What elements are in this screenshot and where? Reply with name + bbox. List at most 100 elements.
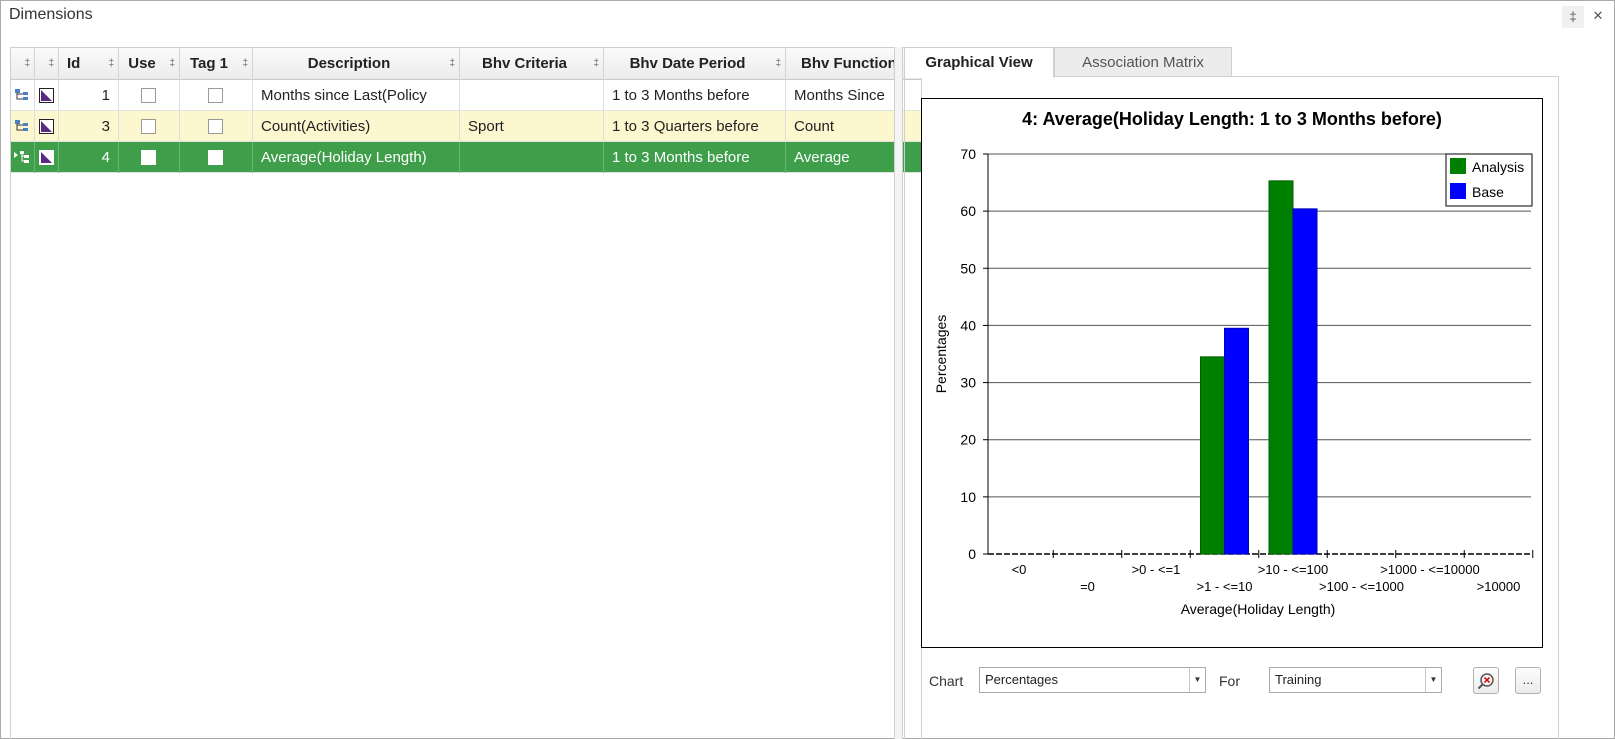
x-tick-label: <0	[1012, 562, 1027, 577]
col-header-label: Id	[67, 55, 81, 72]
col-header-icon-b[interactable]: ‡	[35, 48, 59, 80]
x-tick-label: >1 - <=10	[1196, 579, 1252, 594]
row-chart-cell	[35, 142, 59, 173]
col-header-label: Bhv Criteria	[481, 55, 568, 72]
column-pin-icon[interactable]: ‡	[449, 48, 455, 80]
current-row-indicator-icon	[14, 151, 29, 163]
dimensions-window: Dimensions ‡ ✕ ‡ ‡ Id ‡ Use ‡ Tag 1 ‡ De…	[0, 0, 1615, 739]
chart-label: Chart	[929, 673, 964, 689]
x-tick-label: >100 - <=1000	[1319, 579, 1404, 594]
col-header-bhv-date-period[interactable]: Bhv Date Period ‡	[604, 48, 786, 80]
use-cell	[119, 142, 180, 173]
tag1-cell	[180, 80, 253, 111]
legend-label: Base	[1472, 184, 1504, 200]
title-bar: Dimensions ‡ ✕	[1, 1, 1614, 31]
col-header-label: Use	[128, 55, 156, 72]
criteria-cell: Sport	[460, 111, 604, 142]
tag1-cell	[180, 111, 253, 142]
tag1-checkbox[interactable]	[208, 119, 223, 134]
row-type-cell	[11, 111, 35, 142]
use-checkbox[interactable]	[141, 150, 156, 165]
column-pin-icon[interactable]: ‡	[24, 48, 30, 80]
close-icon[interactable]: ✕	[1587, 6, 1609, 28]
x-tick-label: >1000 - <=10000	[1380, 562, 1479, 577]
use-cell	[119, 111, 180, 142]
x-tick-label: >0 - <=1	[1132, 562, 1181, 577]
y-tick-label: 50	[960, 260, 976, 276]
tag1-checkbox[interactable]	[208, 150, 223, 165]
column-pin-icon[interactable]: ‡	[775, 48, 781, 80]
window-title: Dimensions	[9, 6, 93, 23]
col-header-label: Bhv Date Period	[629, 55, 746, 72]
legend-swatch	[1450, 158, 1466, 174]
row-chart-cell	[35, 80, 59, 111]
y-tick-label: 20	[960, 432, 976, 448]
histogram-chart: 0 10 20 30 40 50 60 70 <0 =0 >0 - <=1 >1 - <=10 >10 …	[933, 146, 1534, 617]
bar-analysis	[1200, 356, 1225, 555]
pin-icon[interactable]: ‡	[1562, 6, 1584, 28]
tag1-checkbox[interactable]	[208, 88, 223, 103]
column-pin-icon[interactable]: ‡	[242, 48, 248, 80]
pane-splitter[interactable]	[894, 47, 903, 739]
col-header-description[interactable]: Description ‡	[253, 48, 460, 80]
use-cell	[119, 80, 180, 111]
bar-analysis	[1268, 180, 1294, 555]
date-period-cell: 1 to 3 Months before	[604, 80, 786, 111]
col-header-icon-a[interactable]: ‡	[11, 48, 35, 80]
row-type-cell	[11, 80, 35, 111]
column-pin-icon[interactable]: ‡	[48, 48, 54, 80]
table-row[interactable]: 3 Count(Activities) Sport 1 to 3 Quarter…	[11, 111, 921, 142]
for-select[interactable]: Training ▼	[1269, 667, 1442, 693]
dropdown-arrow-icon[interactable]: ▼	[1189, 668, 1205, 692]
x-axis-label: Average(Holiday Length)	[1181, 601, 1336, 617]
criteria-cell	[460, 80, 604, 111]
zoom-reset-icon	[1477, 673, 1494, 690]
y-tick-label: 40	[960, 317, 976, 333]
dimensions-grid: ‡ ‡ Id ‡ Use ‡ Tag 1 ‡ Description ‡ Bhv…	[10, 47, 922, 739]
col-header-bhv-criteria[interactable]: Bhv Criteria ‡	[460, 48, 604, 80]
grid-header: ‡ ‡ Id ‡ Use ‡ Tag 1 ‡ Description ‡ Bhv…	[11, 48, 921, 80]
id-cell: 4	[59, 142, 119, 173]
tab-graphical-view[interactable]: Graphical View	[904, 47, 1054, 78]
for-value: Training	[1275, 672, 1322, 687]
dimension-tree-icon	[15, 120, 28, 131]
column-pin-icon[interactable]: ‡	[169, 48, 175, 80]
legend-swatch	[1450, 183, 1466, 199]
bar-base	[1224, 327, 1249, 555]
col-header-tag1[interactable]: Tag 1 ‡	[180, 48, 253, 80]
criteria-cell	[460, 142, 604, 173]
use-checkbox[interactable]	[141, 88, 156, 103]
use-checkbox[interactable]	[141, 119, 156, 134]
date-period-cell: 1 to 3 Months before	[604, 142, 786, 173]
y-tick-label: 60	[960, 203, 976, 219]
date-period-cell: 1 to 3 Quarters before	[604, 111, 786, 142]
chart-type-icon	[39, 119, 54, 134]
description-cell: Months since Last(Policy	[253, 80, 460, 111]
y-tick-label: 0	[968, 546, 976, 562]
row-chart-cell	[35, 111, 59, 142]
legend-label: Analysis	[1472, 159, 1524, 175]
table-row-selected[interactable]: 4 Average(Holiday Length) 1 to 3 Months …	[11, 142, 921, 173]
col-header-label: Description	[307, 55, 391, 72]
more-options-button[interactable]: ...	[1515, 667, 1541, 694]
y-tick-label: 30	[960, 375, 976, 391]
table-row[interactable]: 1 Months since Last(Policy 1 to 3 Months…	[11, 80, 921, 111]
row-type-cell	[11, 142, 35, 173]
description-cell: Average(Holiday Length)	[253, 142, 460, 173]
for-label: For	[1219, 673, 1240, 689]
dimension-tree-icon	[15, 89, 28, 100]
id-cell: 1	[59, 80, 119, 111]
dropdown-arrow-icon[interactable]: ▼	[1425, 668, 1441, 692]
col-header-use[interactable]: Use ‡	[119, 48, 180, 80]
zoom-reset-button[interactable]	[1473, 667, 1499, 694]
tag1-cell	[180, 142, 253, 173]
description-cell: Count(Activities)	[253, 111, 460, 142]
col-header-label: Tag 1	[189, 55, 229, 72]
chart-frame: 4: Average(Holiday Length: 1 to 3 Months…	[921, 98, 1543, 648]
column-pin-icon[interactable]: ‡	[593, 48, 599, 80]
tab-association-matrix[interactable]: Association Matrix	[1054, 47, 1232, 77]
column-pin-icon[interactable]: ‡	[108, 48, 114, 80]
col-header-id[interactable]: Id ‡	[59, 48, 119, 80]
chart-type-select[interactable]: Percentages ▼	[979, 667, 1206, 693]
view-tabs: Graphical View Association Matrix	[904, 47, 1559, 78]
